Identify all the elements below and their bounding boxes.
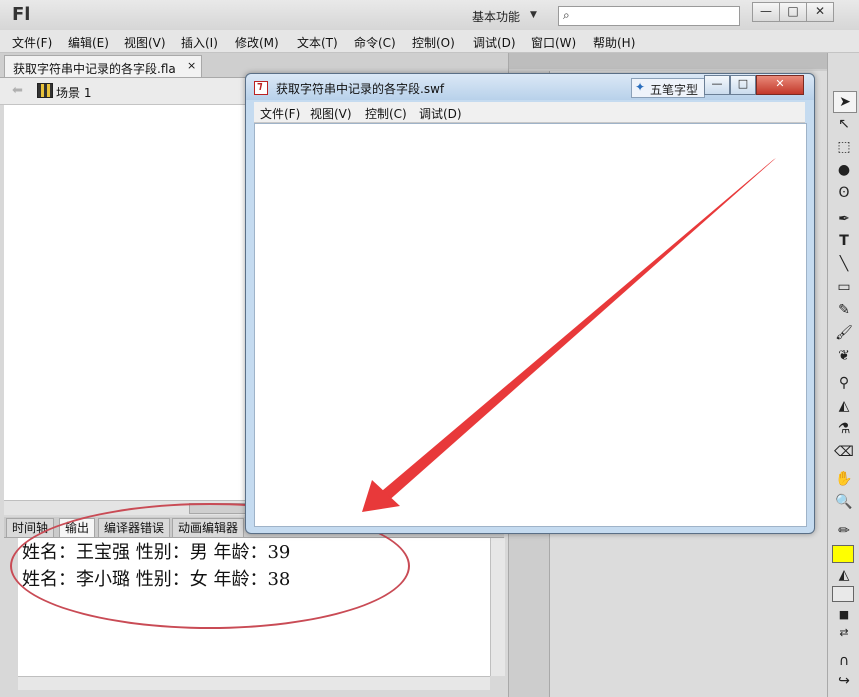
annotation-arrow-shaft	[376, 158, 776, 503]
annotation-arrow	[362, 158, 776, 512]
